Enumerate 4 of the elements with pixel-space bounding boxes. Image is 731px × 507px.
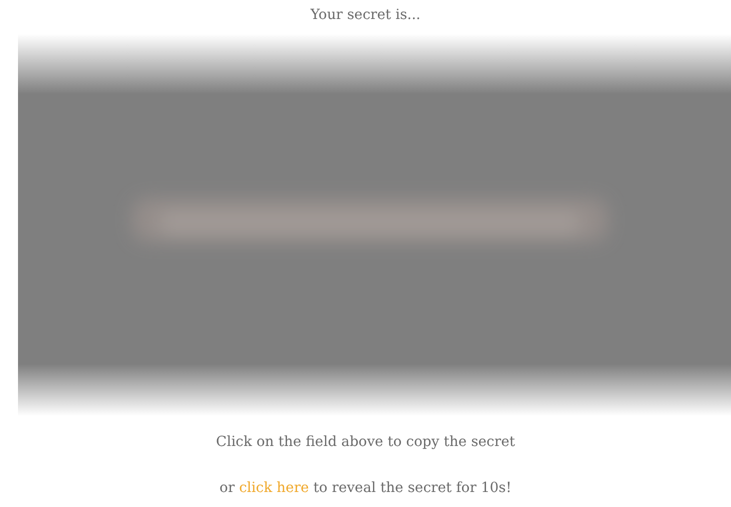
copy-hint: Click on the field above to copy the secret: [216, 433, 515, 452]
reveal-link[interactable]: click here: [239, 480, 309, 496]
reveal-hint: or click here to reveal the secret for 10s!: [220, 479, 512, 498]
page-heading: Your secret is...: [310, 6, 420, 25]
